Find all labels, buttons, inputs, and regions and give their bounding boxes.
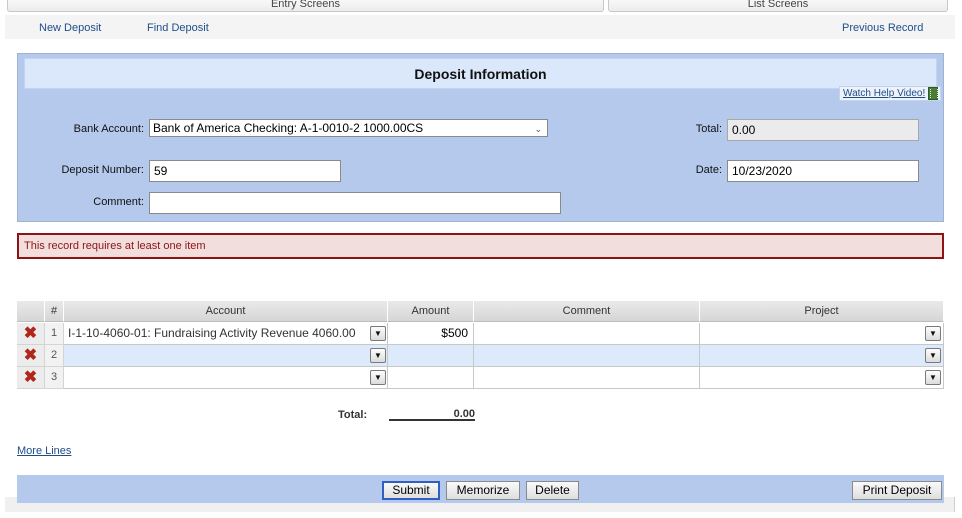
table-row: ✖ 3 ▼ ▼ [17,367,944,389]
delete-row-icon[interactable]: ✖ [17,323,45,345]
project-cell[interactable] [700,367,944,389]
comment-cell[interactable] [474,323,700,345]
delete-row-icon[interactable]: ✖ [17,345,45,367]
list-screens-tab[interactable]: List Screens [608,0,948,12]
deposit-number-input[interactable]: 59 [149,160,341,182]
row-number: 3 [45,367,64,389]
chevron-down-icon: ⌄ [534,124,542,134]
memorize-button[interactable]: Memorize [446,481,520,500]
project-dropdown-button[interactable]: ▼ [925,370,941,385]
nav-bar: New Deposit Find Deposit Previous Record [5,15,955,39]
deposit-info-panel: Deposit Information Watch Help Video! Ba… [17,53,944,222]
watch-help-video-link[interactable]: Watch Help Video! [839,86,942,101]
project-cell[interactable] [700,323,944,345]
submit-button[interactable]: Submit [382,481,440,500]
previous-record-link[interactable]: Previous Record [842,22,923,34]
total-field: 0.00 [727,119,919,141]
date-label: Date: [695,164,722,176]
content-area: Deposit Information Watch Help Video! Ba… [5,39,955,503]
comment-cell[interactable] [474,345,700,367]
project-dropdown-button[interactable]: ▼ [925,348,941,363]
date-input[interactable]: 10/23/2020 [727,160,919,182]
total-label: Total: [695,123,722,135]
watch-help-video-label: Watch Help Video! [843,88,926,99]
account-dropdown-button[interactable]: ▼ [370,348,386,363]
amount-cell[interactable] [388,345,474,367]
find-deposit-link[interactable]: Find Deposit [147,22,209,34]
deposit-info-title: Deposit Information [24,58,937,89]
grid-header-comment: Comment [474,301,700,322]
grid-total-value: 0.00 [389,408,475,421]
project-dropdown-button[interactable]: ▼ [925,326,941,341]
bank-account-value: Bank of America Checking: A-1-0010-2 100… [153,121,424,135]
bank-account-label: Bank Account: [73,123,144,135]
more-lines-link[interactable]: More Lines [17,445,71,457]
new-deposit-link[interactable]: New Deposit [39,22,101,34]
error-message: This record requires at least one item [17,233,944,259]
bank-account-select[interactable]: Bank of America Checking: A-1-0010-2 100… [149,119,548,137]
table-row: ✖ 1 I-1-10-4060-01: Fundraising Activity… [17,323,944,345]
grid-header-project: Project [700,301,944,322]
account-cell[interactable]: I-1-10-4060-01: Fundraising Activity Rev… [64,323,388,345]
comment-input[interactable] [149,192,561,214]
account-dropdown-button[interactable]: ▼ [370,326,386,341]
row-number: 2 [45,345,64,367]
entry-screens-tab[interactable]: Entry Screens [7,0,604,12]
list-screens-tab-label: List Screens [747,0,809,10]
amount-cell[interactable]: $500 [388,323,474,345]
project-cell[interactable] [700,345,944,367]
grid-header-account: Account [64,301,388,322]
entry-screens-tab-label: Entry Screens [270,0,341,10]
print-deposit-button[interactable]: Print Deposit [852,481,942,500]
delete-row-icon[interactable]: ✖ [17,367,45,389]
film-icon [928,87,939,100]
table-row: ✖ 2 ▼ ▼ [17,345,944,367]
comment-cell[interactable] [474,367,700,389]
account-cell[interactable] [64,367,388,389]
grid-header-num: # [45,301,64,322]
grid-header-delete [17,301,45,322]
row-number: 1 [45,323,64,345]
amount-cell[interactable] [388,367,474,389]
delete-button[interactable]: Delete [526,481,579,500]
account-value: I-1-10-4060-01: Fundraising Activity Rev… [68,326,356,340]
comment-label: Comment: [93,196,144,208]
account-dropdown-button[interactable]: ▼ [370,370,386,385]
grid-total-label: Total: [338,409,368,421]
deposit-number-label: Deposit Number: [61,164,144,176]
footer-action-bar: Submit Memorize Delete Print Deposit [17,475,944,503]
grid-header-amount: Amount [388,301,474,322]
account-cell[interactable] [64,345,388,367]
main-frame: New Deposit Find Deposit Previous Record… [5,15,955,512]
